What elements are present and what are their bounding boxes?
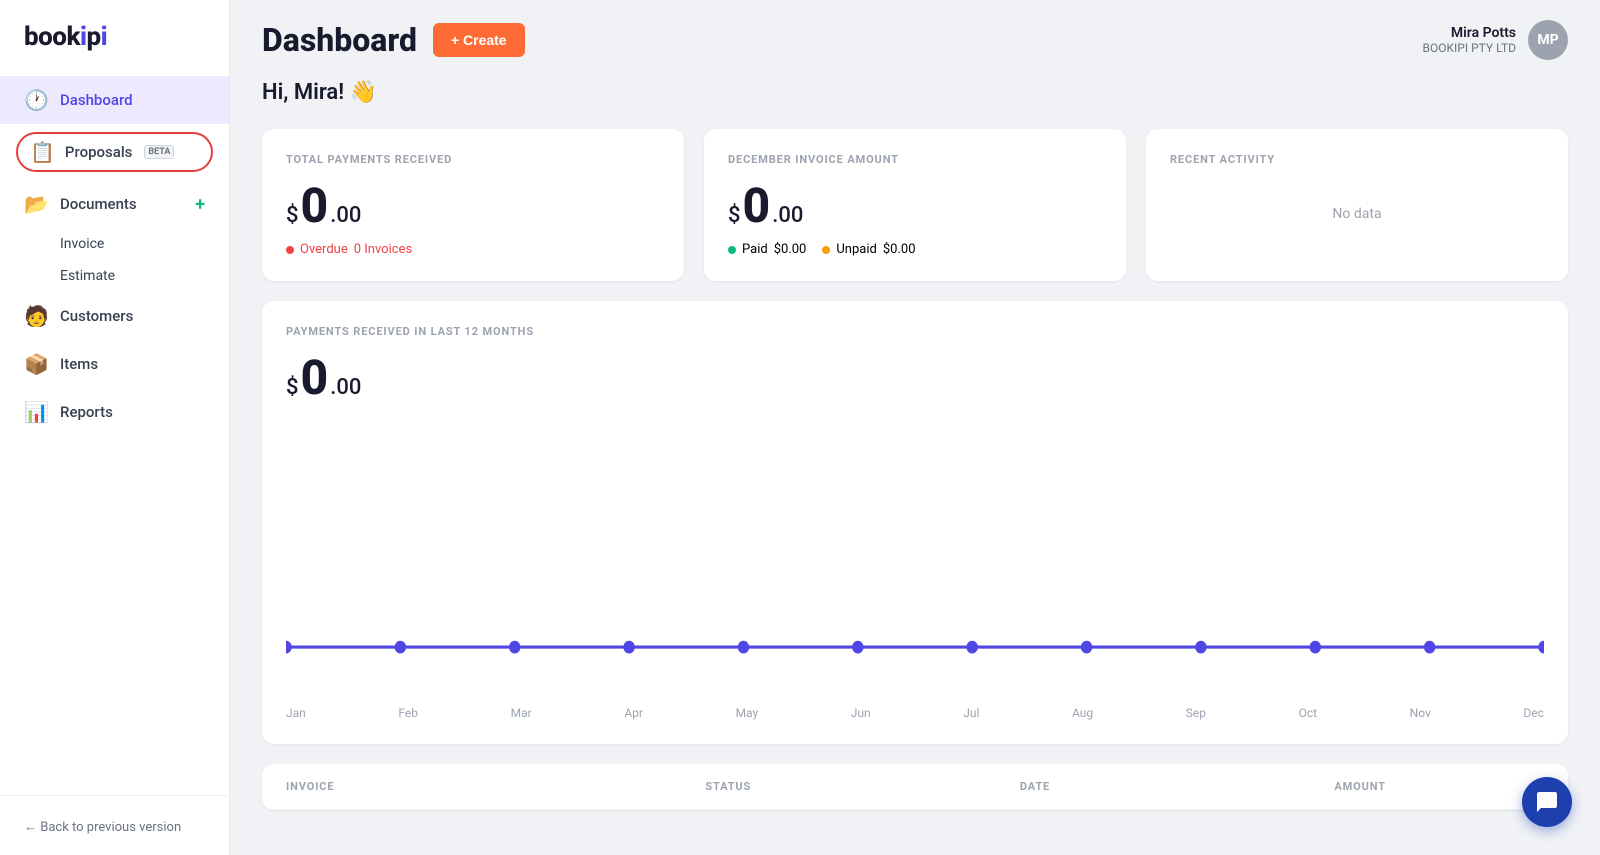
overdue-indicator: Overdue 0 Invoices (286, 242, 660, 257)
december-invoice-card: DECEMBER INVOICE AMOUNT $ 0 .00 Paid $0.… (704, 129, 1126, 281)
sidebar-item-label: Documents (60, 195, 137, 213)
chart-area (286, 418, 1544, 698)
create-button[interactable]: + Create (433, 23, 525, 57)
beta-badge: BETA (144, 145, 174, 159)
sidebar-item-label: Reports (60, 403, 113, 421)
documents-icon: 📂 (24, 192, 48, 216)
column-status: STATUS (705, 780, 1020, 793)
column-date: DATE (1020, 780, 1335, 793)
no-data-label: No data (1170, 206, 1544, 222)
add-document-button[interactable]: + (195, 194, 205, 215)
sidebar-item-label: Dashboard (60, 91, 133, 109)
unpaid-indicator: Unpaid $0.00 (822, 242, 915, 257)
paid-indicator: Paid $0.00 (728, 242, 806, 257)
sidebar-item-dashboard[interactable]: 🕐 Dashboard (0, 76, 229, 124)
sidebar-item-estimate[interactable]: Estimate (60, 260, 229, 292)
sidebar-item-invoice[interactable]: Invoice (60, 228, 229, 260)
sidebar: bookipi 🕐 Dashboard 📋 Proposals BETA 📂 D… (0, 0, 230, 855)
chart-labels: Jan Feb Mar Apr May Jun Jul Aug Sep Oct … (286, 698, 1544, 720)
page-title: Dashboard (262, 21, 417, 59)
chart-total-amount: $ 0 .00 (286, 354, 1544, 402)
unpaid-dot (822, 246, 830, 254)
recent-activity-card: RECENT ACTIVITY No data (1146, 129, 1568, 281)
documents-subnav: Invoice Estimate (0, 228, 229, 292)
table-header: INVOICE STATUS DATE AMOUNT (262, 764, 1568, 810)
sidebar-item-reports[interactable]: 📊 Reports (0, 388, 229, 436)
december-invoice-title: DECEMBER INVOICE AMOUNT (728, 153, 1102, 166)
sidebar-navigation: 🕐 Dashboard 📋 Proposals BETA 📂 Documents… (0, 72, 229, 795)
sidebar-item-label: Customers (60, 307, 133, 325)
reports-icon: 📊 (24, 400, 48, 424)
proposals-icon: 📋 (30, 140, 55, 164)
recent-activity-title: RECENT ACTIVITY (1170, 153, 1544, 166)
invoice-table-card: INVOICE STATUS DATE AMOUNT (262, 764, 1568, 810)
sidebar-item-documents[interactable]: 📂 Documents + (0, 180, 229, 228)
chat-button[interactable] (1522, 777, 1572, 827)
total-payments-card: TOTAL PAYMENTS RECEIVED $ 0 .00 Overdue … (262, 129, 684, 281)
sidebar-item-items[interactable]: 📦 Items (0, 340, 229, 388)
chart-title: PAYMENTS RECEIVED IN LAST 12 MONTHS (286, 325, 1544, 338)
greeting: Hi, Mira! 👋 (262, 80, 1568, 105)
december-invoice-amount: $ 0 .00 (728, 182, 1102, 230)
dashboard-content: Hi, Mira! 👋 TOTAL PAYMENTS RECEIVED $ 0 … (230, 80, 1600, 842)
top-cards: TOTAL PAYMENTS RECEIVED $ 0 .00 Overdue … (262, 129, 1568, 281)
sidebar-item-customers[interactable]: 🧑 Customers (0, 292, 229, 340)
items-icon: 📦 (24, 352, 48, 376)
proposals-label: Proposals (65, 143, 133, 161)
user-name: Mira Potts (1423, 25, 1517, 41)
user-company: BOOKIPI PTY LTD (1423, 41, 1517, 55)
sidebar-footer: ← Back to previous version (0, 795, 229, 855)
total-payments-amount: $ 0 .00 (286, 182, 660, 230)
back-to-previous-link[interactable]: ← Back to previous version (24, 820, 181, 835)
user-info: Mira Potts BOOKIPI PTY LTD (1423, 25, 1517, 55)
sidebar-item-label: Items (60, 355, 98, 373)
chat-icon (1535, 790, 1559, 814)
paid-unpaid-row: Paid $0.00 Unpaid $0.00 (728, 242, 1102, 257)
chart-svg (286, 418, 1544, 698)
customers-icon: 🧑 (24, 304, 48, 328)
avatar[interactable]: MP (1528, 20, 1568, 60)
overdue-dot (286, 246, 294, 254)
paid-dot (728, 246, 736, 254)
main-content: Dashboard + Create Mira Potts BOOKIPI PT… (230, 0, 1600, 855)
column-amount: AMOUNT (1334, 780, 1544, 793)
total-payments-title: TOTAL PAYMENTS RECEIVED (286, 153, 660, 166)
sidebar-item-proposals[interactable]: 📋 Proposals BETA (0, 124, 229, 180)
dashboard-icon: 🕐 (24, 88, 48, 112)
column-invoice: INVOICE (286, 780, 705, 793)
payments-chart-card: PAYMENTS RECEIVED IN LAST 12 MONTHS $ 0 … (262, 301, 1568, 744)
logo[interactable]: bookipi (0, 0, 229, 72)
page-header: Dashboard + Create Mira Potts BOOKIPI PT… (230, 0, 1600, 80)
